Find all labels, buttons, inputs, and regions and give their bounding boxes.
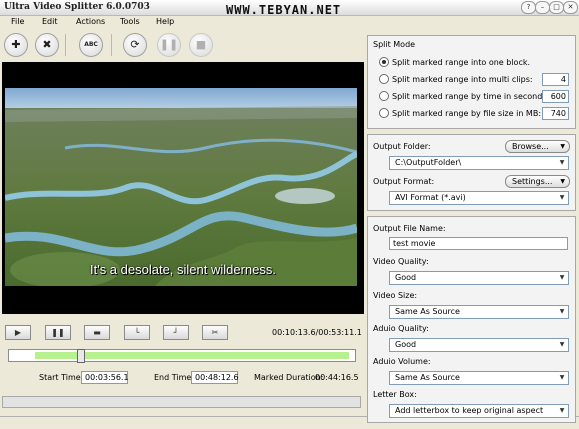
app-title: Ultra Video Splitter 6.0.0703 [4, 2, 150, 12]
audio-quality-label: Aduio Quality: [373, 324, 429, 333]
pause-icon[interactable]: ❚❚ [157, 33, 181, 57]
timecode-display: 00:10:13.6/00:53:11.1 [272, 328, 362, 337]
toolbar-separator [111, 34, 112, 56]
chevron-down-icon: ▼ [559, 194, 565, 201]
settings-button[interactable]: Settings... ▼ [505, 175, 570, 188]
chevron-down-icon: ▼ [559, 308, 565, 315]
timeline-slider[interactable] [8, 349, 356, 363]
output-format-label: Output Format: [373, 177, 435, 186]
menu-edit[interactable]: Edit [42, 17, 58, 26]
menu-file[interactable]: File [11, 17, 24, 26]
menu-actions[interactable]: Actions [76, 17, 105, 26]
mark-start-icon[interactable]: └ [124, 325, 150, 340]
video-frame [5, 88, 357, 286]
title-bar: Ultra Video Splitter 6.0.0703 WWW.TEBYAN… [0, 0, 579, 17]
stop-icon[interactable]: ▬ [84, 325, 110, 340]
audio-quality-select[interactable]: Good ▼ [389, 338, 569, 352]
output-format-select[interactable]: AVI Format (*.avi) ▼ [389, 191, 569, 205]
watermark-text: WWW.TEBYAN.NET [226, 3, 342, 17]
video-quality-select[interactable]: Good ▼ [389, 271, 569, 285]
split-by-size-label: Split marked range by file size in MB: [392, 109, 542, 118]
split-seconds-field[interactable]: 600 [542, 90, 569, 103]
split-mode-group: Split Mode Split marked range into one b… [367, 35, 576, 129]
encoding-options-group: Output File Name: test movie Video Quali… [367, 216, 576, 423]
audio-quality-value: Good [395, 340, 417, 349]
letterbox-select[interactable]: Add letterbox to keep original aspect ▼ [389, 404, 569, 418]
split-mode-title: Split Mode [373, 40, 416, 49]
letterbox-label: Letter Box: [373, 390, 417, 399]
end-time-field[interactable]: 00:48:12.6 [191, 371, 239, 384]
stop-icon[interactable]: ■ [189, 33, 213, 57]
slider-thumb[interactable] [77, 349, 85, 363]
split-by-size-radio[interactable] [379, 108, 389, 118]
menu-bar: File Edit Actions Tools Help [0, 16, 579, 28]
split-multi-clips-label: Split marked range into multi clips: [392, 75, 533, 84]
video-size-value: Same As Source [395, 307, 460, 316]
chevron-down-icon: ▼ [559, 341, 565, 348]
menu-help[interactable]: Help [156, 17, 174, 26]
refresh-icon[interactable]: ⟳ [123, 33, 147, 57]
letterbox-value: Add letterbox to keep original aspect [395, 406, 544, 415]
multi-clips-count-field[interactable]: 4 [542, 73, 569, 86]
output-folder-label: Output Folder: [373, 142, 431, 151]
add-icon[interactable]: ✚ [4, 33, 28, 57]
video-size-select[interactable]: Same As Source ▼ [389, 305, 569, 319]
pause-icon[interactable]: ❚❚ [45, 325, 71, 340]
subtitle-button[interactable]: ABC [79, 33, 103, 57]
split-size-field[interactable]: 740 [542, 107, 569, 120]
progress-bar [2, 396, 361, 408]
output-group: Output Folder: Browse... ▼ C:\OutputFolde… [367, 134, 576, 211]
video-quality-value: Good [395, 273, 417, 282]
output-folder-select[interactable]: C:\OutputFolder\ ▼ [389, 156, 569, 170]
mark-end-icon[interactable]: ┘ [163, 325, 189, 340]
landscape-image [5, 88, 357, 286]
split-one-block-label: Split marked range into one block. [392, 58, 531, 67]
audio-volume-select[interactable]: Same As Source ▼ [389, 371, 569, 385]
video-preview: It's a desolate, silent wilderness. [2, 62, 364, 314]
chevron-down-icon: ▼ [559, 159, 565, 166]
output-folder-value: C:\OutputFolder\ [395, 158, 462, 167]
output-format-value: AVI Format (*.avi) [395, 193, 466, 202]
settings-label: Settings... [512, 177, 553, 186]
minimize-button[interactable]: – [535, 1, 550, 14]
split-by-time-label: Split marked range by time in seconds: [392, 92, 550, 101]
browse-label: Browse... [512, 142, 549, 151]
audio-volume-label: Aduio Volume: [373, 357, 431, 366]
marked-duration-label: Marked Duration: [254, 373, 324, 382]
chevron-down-icon: ▼ [559, 407, 565, 414]
help-button[interactable]: ? [521, 1, 536, 14]
start-time-field[interactable]: 00:03:56.1 [81, 371, 129, 384]
chevron-down-icon: ▼ [559, 274, 565, 281]
split-one-block-radio[interactable] [379, 57, 389, 67]
start-time-label: Start Time: [39, 373, 84, 382]
maximize-button[interactable]: □ [549, 1, 564, 14]
end-time-label: End Time: [154, 373, 195, 382]
output-file-name-field[interactable]: test movie [389, 237, 568, 250]
close-button[interactable]: ✕ [563, 1, 578, 14]
split-by-time-radio[interactable] [379, 91, 389, 101]
audio-volume-value: Same As Source [395, 373, 460, 382]
video-quality-label: Video Quality: [373, 257, 429, 266]
remove-icon[interactable]: ✖ [35, 33, 59, 57]
video-size-label: Video Size: [373, 291, 418, 300]
cut-icon[interactable]: ✂ [202, 325, 228, 340]
browse-button[interactable]: Browse... ▼ [505, 140, 570, 153]
output-file-name-label: Output File Name: [373, 224, 446, 233]
marked-duration-value: 00:44:16.5 [315, 373, 359, 382]
toolbar-separator [65, 34, 66, 56]
chevron-down-icon: ▼ [560, 143, 565, 150]
chevron-down-icon: ▼ [559, 374, 565, 381]
play-icon[interactable]: ▶ [5, 325, 31, 340]
chevron-down-icon: ▼ [560, 178, 565, 185]
menu-tools[interactable]: Tools [120, 17, 140, 26]
video-subtitle: It's a desolate, silent wilderness. [89, 262, 277, 277]
toolbar: ✚ ✖ ABC ⟳ ❚❚ ■ [0, 28, 366, 62]
split-multi-clips-radio[interactable] [379, 74, 389, 84]
